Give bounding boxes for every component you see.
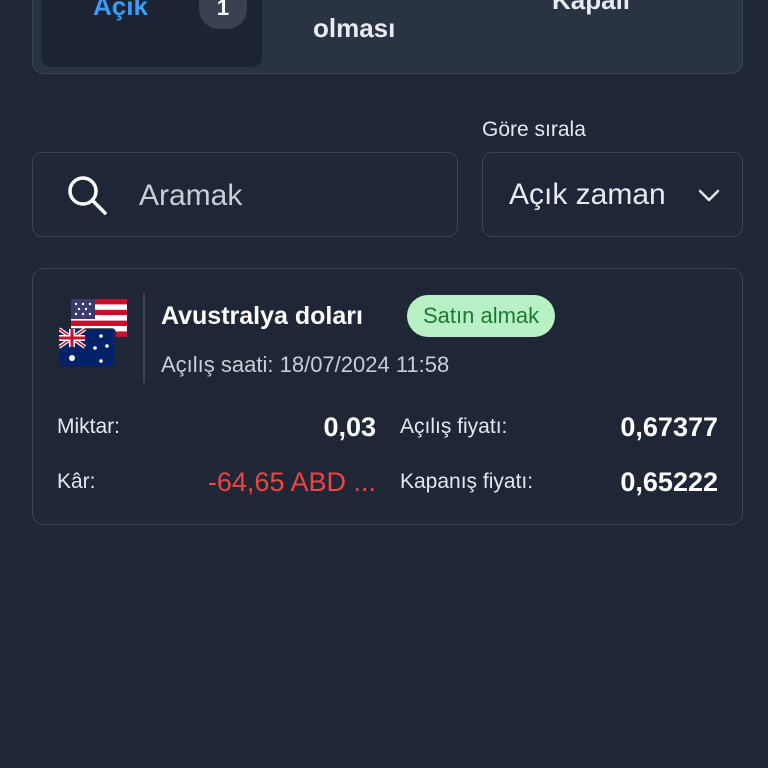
amount-value: 0,03 — [323, 412, 376, 442]
open-price-value: 0,67377 — [620, 412, 718, 442]
profit-value: -64,65 ABD ... — [207, 467, 376, 497]
usd-aud-flags-icon — [59, 299, 127, 368]
position-tabs: Açık 1 olması Kapalı — [32, 0, 743, 74]
open-price-label: Açılış fiyatı: — [400, 415, 508, 438]
tab-closed-label: Kapalı — [552, 0, 631, 15]
tab-open[interactable]: Açık 1 — [41, 0, 262, 67]
search-input[interactable] — [137, 173, 441, 219]
amount-label: Miktar: — [57, 415, 120, 438]
direction-badge: Satın almak — [407, 295, 556, 337]
tab-pending-label: olması — [313, 13, 396, 43]
position-card[interactable]: Avustralya doları Satın almak Açılış saa… — [32, 268, 743, 525]
open-time: Açılış saati: 18/07/2024 11:58 — [161, 351, 449, 379]
open-time-label: Açılış saati: — [161, 352, 274, 377]
sort-selected-value: Açık zaman — [509, 178, 666, 211]
tab-open-count-badge: 1 — [199, 0, 247, 29]
search-icon — [68, 176, 107, 215]
profit-label: Kâr: — [57, 470, 96, 493]
chevron-down-icon — [698, 189, 720, 202]
card-divider — [143, 293, 145, 383]
search-field[interactable] — [32, 152, 458, 237]
close-price-value: 0,65222 — [620, 467, 718, 497]
open-time-value: 18/07/2024 11:58 — [279, 352, 450, 377]
tab-open-label: Açık — [93, 0, 148, 21]
close-price-label: Kapanış fiyatı: — [400, 470, 534, 493]
positions-screen: Açık 1 olması Kapalı Göre sırala Açık za… — [0, 0, 768, 768]
sort-label: Göre sırala — [482, 118, 586, 141]
instrument-name: Avustralya doları — [161, 302, 363, 330]
sort-dropdown[interactable]: Açık zaman — [482, 152, 743, 237]
